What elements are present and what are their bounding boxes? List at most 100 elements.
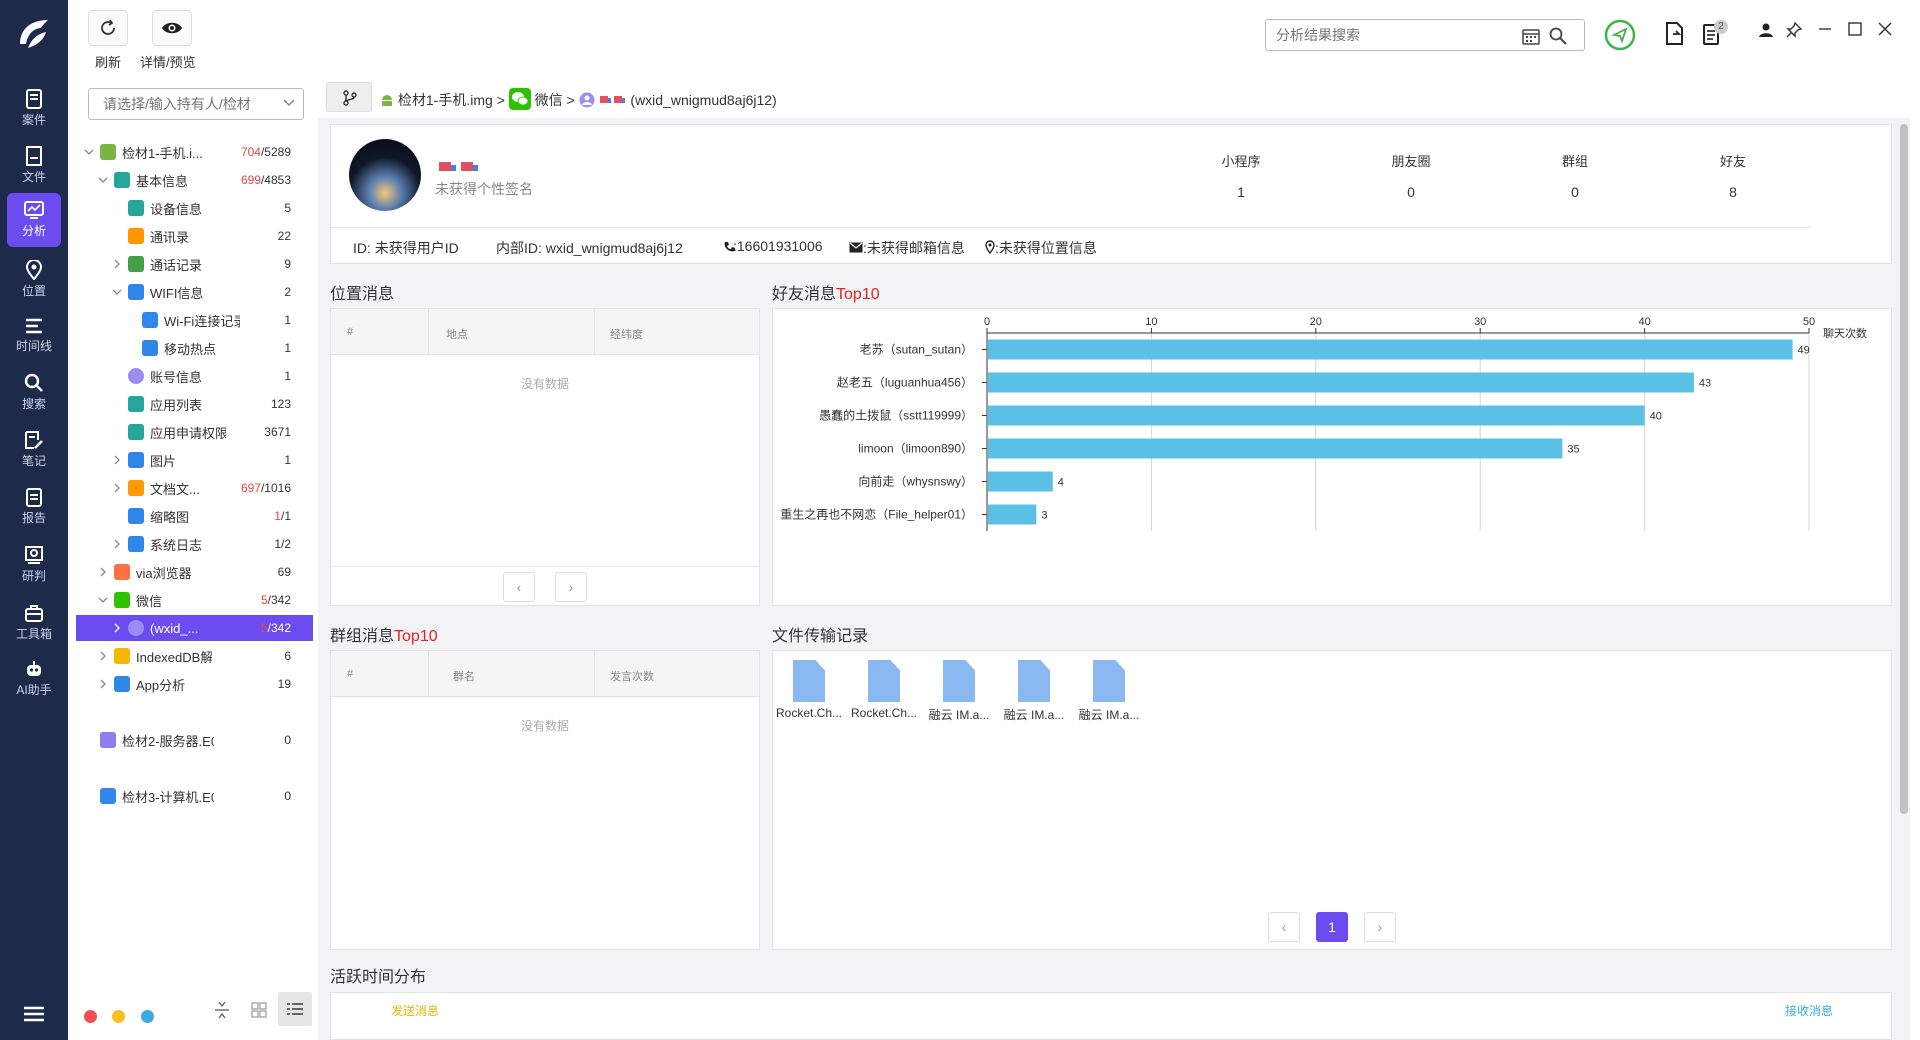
chevron-right-icon[interactable] — [112, 259, 122, 269]
user-icon[interactable] — [1758, 22, 1774, 38]
chevron-right-icon[interactable] — [112, 483, 122, 493]
legend-receive[interactable]: 接收消息 — [1785, 1002, 1833, 1019]
nav-analysis[interactable]: 分析 — [7, 193, 61, 247]
tree-node[interactable]: via浏览器 69 — [76, 559, 313, 585]
prev-page-button[interactable]: ‹ — [503, 572, 535, 602]
tree-node[interactable]: 账号信息 1 — [76, 363, 313, 389]
content-scrollbar[interactable] — [1900, 124, 1908, 814]
nav-ai-assistant[interactable]: AI助手 — [7, 652, 61, 706]
chevron-right-icon[interactable] — [112, 623, 122, 633]
truck-emoji-icon — [599, 96, 625, 103]
tree-node[interactable]: IndexedDB解析 6 — [76, 643, 313, 669]
chevron-down-icon[interactable] — [98, 175, 108, 185]
tree-node[interactable]: 通话记录 9 — [76, 251, 313, 277]
tree-node[interactable]: 检材2-服务器.E01 0 — [76, 727, 313, 753]
tree-node[interactable]: 文档文... 697/1016 — [76, 475, 313, 501]
breadcrumb-item-wechat[interactable]: 微信 — [535, 92, 563, 108]
stat-moments[interactable]: 朋友圈 0 — [1381, 151, 1441, 200]
file-item[interactable]: Rocket.Ch... — [849, 660, 919, 720]
tree-node[interactable]: 通讯录 22 — [76, 223, 313, 249]
send-circle-icon[interactable] — [1604, 19, 1636, 51]
breadcrumb-sep: > — [496, 92, 505, 108]
detail-preview-button[interactable]: 详情/预览 — [140, 10, 196, 71]
nav-notes[interactable]: 笔记 — [7, 423, 61, 477]
prev-page-button[interactable]: ‹ — [1268, 912, 1300, 942]
menu-icon[interactable] — [24, 1006, 44, 1022]
bar — [988, 405, 1645, 426]
file-item[interactable]: 融云 IM.a... — [924, 660, 994, 723]
tree-node[interactable]: 应用列表 123 — [76, 391, 313, 417]
tree-node[interactable]: WIFI信息 2 — [76, 279, 313, 305]
tree-node[interactable]: 设备信息 5 — [76, 195, 313, 221]
breadcrumb-sep: > — [566, 92, 575, 108]
chevron-down-icon[interactable] — [98, 595, 108, 605]
nav-file[interactable]: 文件 — [7, 139, 61, 193]
nav-location[interactable]: 位置 — [7, 253, 61, 307]
export-file-icon[interactable] — [1664, 22, 1686, 46]
tree-node[interactable]: 检材1-手机.i... 704/5289 — [76, 139, 313, 165]
list-view-button[interactable] — [278, 992, 312, 1026]
nav-judge[interactable]: 研判 — [7, 538, 61, 592]
tree-node-count: 22 — [277, 229, 291, 243]
contacts-icon — [128, 228, 144, 244]
tree-node[interactable]: (wxid_... 5/342 — [76, 615, 313, 641]
tree-node-count: 5/342 — [260, 621, 291, 635]
stat-miniprogram[interactable]: 小程序 1 — [1211, 151, 1271, 200]
breadcrumb-item-evidence[interactable]: 检材1-手机.img — [398, 92, 493, 108]
tree-node-label: 应用列表 — [150, 397, 203, 413]
holder-select-input[interactable] — [89, 89, 269, 119]
tree-node[interactable]: 检材3-计算机.E01 0 — [76, 783, 313, 809]
stat-value: 0 — [1407, 184, 1415, 200]
activity-chart-card: 发送消息 接收消息 — [330, 992, 1892, 1040]
chevron-down-icon[interactable] — [112, 287, 122, 297]
file-item[interactable]: 融云 IM.a... — [999, 660, 1069, 723]
nav-report[interactable]: 报告 — [7, 480, 61, 534]
nav-timeline[interactable]: 时间线 — [7, 310, 61, 364]
holder-select[interactable] — [88, 88, 304, 120]
tree-node[interactable]: 图片 1 — [76, 447, 313, 473]
chevron-right-icon[interactable] — [98, 651, 108, 661]
breadcrumb-item-account[interactable]: (wxid_wnigmud8aj6j12) — [630, 92, 776, 108]
pin-icon[interactable] — [1786, 22, 1802, 38]
next-page-button[interactable]: › — [555, 572, 587, 602]
file-item[interactable]: 融云 IM.a... — [1074, 660, 1144, 723]
next-page-button[interactable]: › — [1364, 912, 1396, 942]
tree-node[interactable]: Wi-Fi连接记录 1 — [76, 307, 313, 333]
tree-node[interactable]: 系统日志 1/2 — [76, 531, 313, 557]
search-icon[interactable] — [1549, 27, 1567, 45]
tree-node-label: 检材3-计算机.E01 — [122, 789, 214, 805]
stat-label: 群组 — [1561, 154, 1588, 169]
chevron-right-icon[interactable] — [98, 567, 108, 577]
tree-node[interactable]: 应用申请权限 3671 — [76, 419, 313, 445]
tree-node[interactable]: 移动热点 1 — [76, 335, 313, 361]
android-icon — [382, 95, 392, 106]
collapse-icon[interactable] — [214, 1000, 230, 1020]
wechat-icon — [508, 88, 531, 110]
branch-button[interactable] — [326, 82, 372, 112]
grid-view-icon[interactable] — [251, 1002, 267, 1018]
tree-node-count: 3671 — [264, 425, 291, 439]
nav-toolbox[interactable]: 工具箱 — [7, 596, 61, 650]
chevron-right-icon[interactable] — [98, 679, 108, 689]
chevron-right-icon[interactable] — [112, 455, 122, 465]
file-item[interactable]: Rocket.Ch... — [774, 660, 844, 720]
chevron-right-icon[interactable] — [112, 539, 122, 549]
nav-search[interactable]: 搜索 — [7, 366, 61, 420]
stat-friends[interactable]: 好友 8 — [1703, 151, 1763, 200]
tree-node[interactable]: 基本信息 699/4853 — [76, 167, 313, 193]
refresh-button[interactable]: 刷新 — [88, 10, 128, 71]
tree-node[interactable]: 缩略图 1/1 — [76, 503, 313, 529]
stat-groups[interactable]: 群组 0 — [1545, 151, 1605, 200]
legend-send[interactable]: 发送消息 — [391, 1002, 439, 1019]
tree-node[interactable]: 微信 5/342 — [76, 587, 313, 613]
result-search-input[interactable] — [1266, 20, 1506, 50]
minimize-icon[interactable] — [1818, 22, 1832, 36]
close-icon[interactable] — [1878, 22, 1892, 36]
maximize-icon[interactable] — [1848, 22, 1862, 36]
calendar-icon[interactable] — [1522, 27, 1540, 45]
result-search[interactable] — [1265, 19, 1585, 51]
page-1-button[interactable]: 1 — [1316, 912, 1348, 942]
nav-case[interactable]: 案件 — [7, 82, 61, 136]
tree-node[interactable]: App分析 19 — [76, 671, 313, 697]
chevron-down-icon[interactable] — [84, 147, 94, 157]
